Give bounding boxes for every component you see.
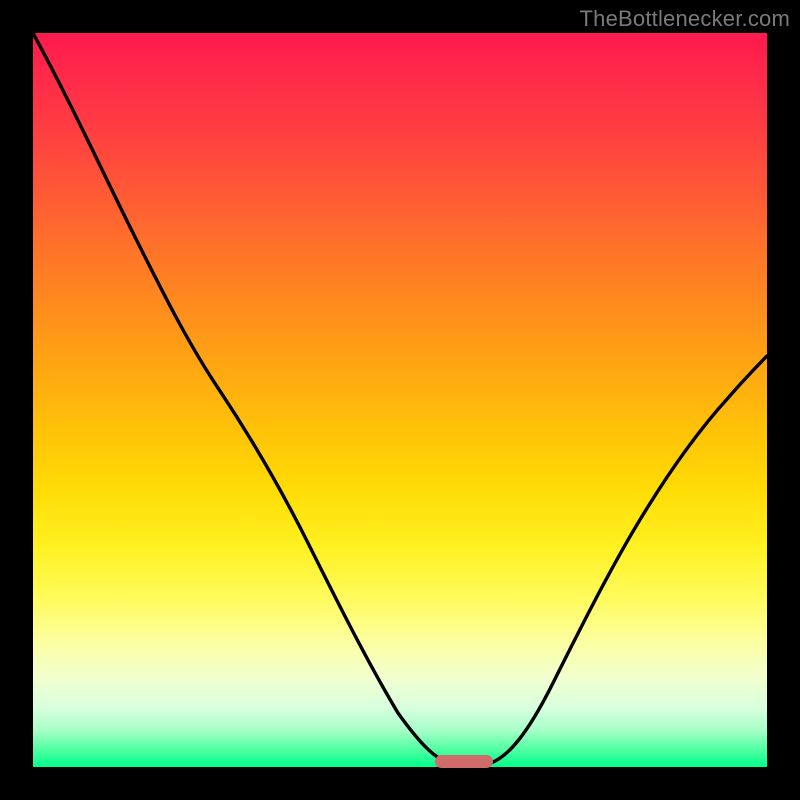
plot-background-gradient	[33, 33, 767, 767]
curve-path	[33, 33, 767, 764]
bottleneck-curve	[33, 33, 767, 767]
optimal-range-marker	[435, 755, 493, 768]
chart-frame: TheBottlenecker.com	[0, 0, 800, 800]
watermark-text: TheBottlenecker.com	[580, 6, 790, 32]
